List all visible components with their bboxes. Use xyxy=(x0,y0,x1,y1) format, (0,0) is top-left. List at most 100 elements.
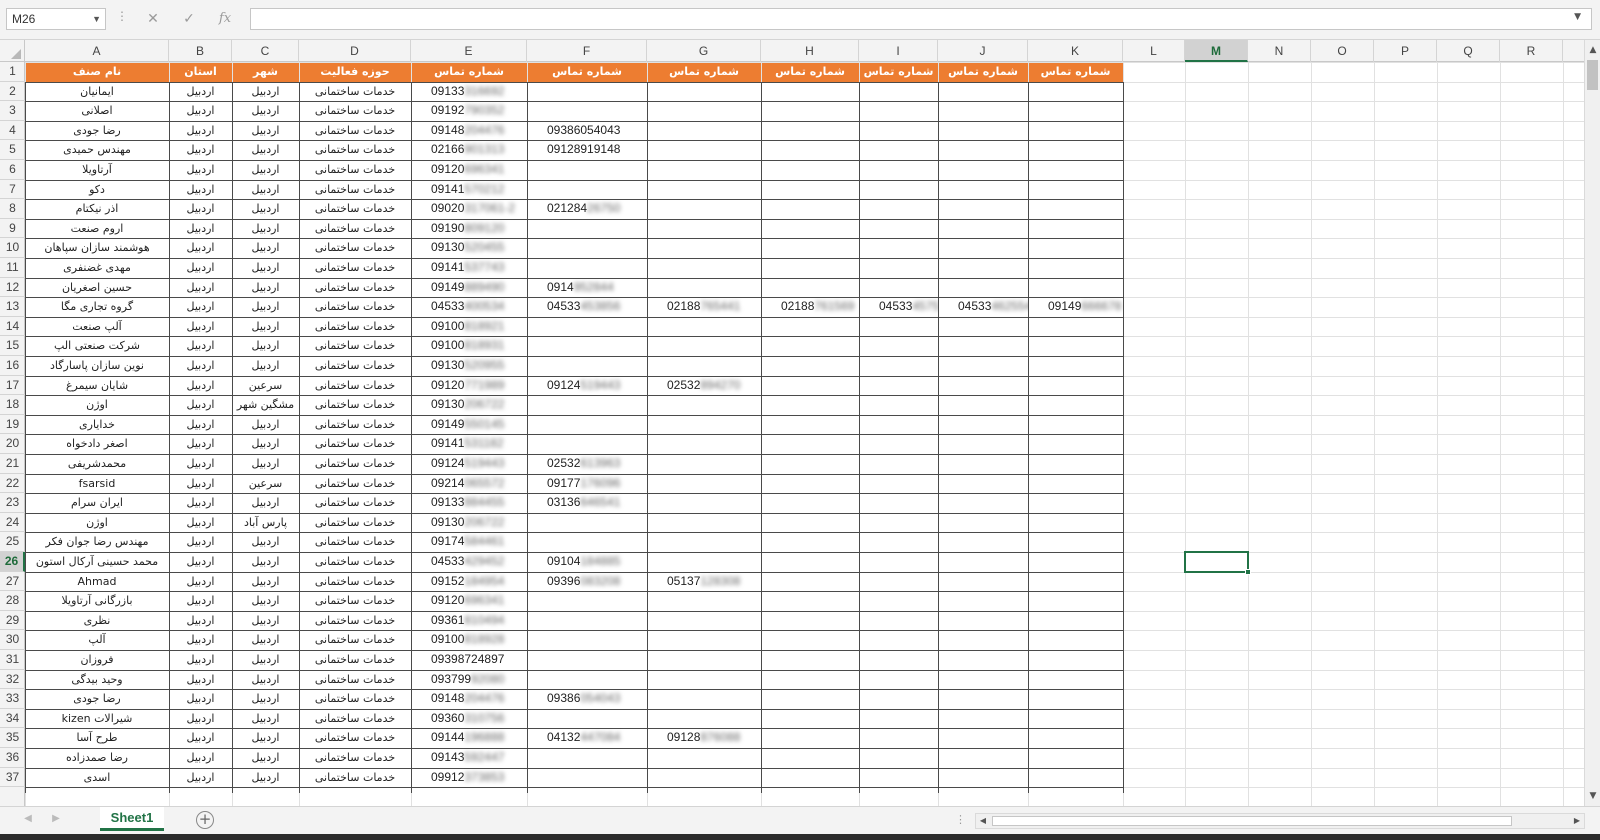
cell-city[interactable]: اردبیل xyxy=(232,709,299,729)
row-header-22[interactable]: 22 xyxy=(0,474,25,494)
cell-phone[interactable]: 0914952844 xyxy=(527,278,647,298)
header-cell-k[interactable]: شماره تماس xyxy=(1028,62,1123,82)
cell-province[interactable]: اردبیل xyxy=(169,101,232,121)
row-header-13[interactable]: 13 xyxy=(0,297,25,317)
row-header-8[interactable]: 8 xyxy=(0,199,25,219)
cell-name[interactable]: شیرالات kizen xyxy=(25,709,169,729)
row-header-12[interactable]: 12 xyxy=(0,278,25,298)
cell-phone[interactable]: 04533400534 xyxy=(411,297,527,317)
row-header-6[interactable]: 6 xyxy=(0,160,25,180)
cell-province[interactable]: اردبیل xyxy=(169,199,232,219)
cell-field[interactable]: خدمات ساختمانی xyxy=(299,630,411,650)
row-header-17[interactable]: 17 xyxy=(0,376,25,396)
cell-city[interactable]: اردبیل xyxy=(232,356,299,376)
row-header-36[interactable]: 36 xyxy=(0,748,25,768)
cell-phone[interactable]: 04533457512 xyxy=(859,297,938,317)
chevron-right-icon[interactable]: ▶ xyxy=(48,813,64,824)
header-cell-f[interactable]: شماره تماس xyxy=(527,62,647,82)
column-header-b[interactable]: B xyxy=(169,40,232,62)
cell-name[interactable]: ایران سرام xyxy=(25,493,169,513)
cell-phone[interactable]: 09141531182 xyxy=(411,434,527,454)
plus-circle-icon[interactable]: + xyxy=(196,811,214,829)
row-header-27[interactable]: 27 xyxy=(0,572,25,592)
header-cell-a[interactable]: نام صنف xyxy=(25,62,169,82)
cell-field[interactable]: خدمات ساختمانی xyxy=(299,317,411,337)
cell-province[interactable]: اردبیل xyxy=(169,728,232,748)
cell-phone[interactable]: 09912373853 xyxy=(411,768,527,788)
cell-field[interactable]: خدمات ساختمانی xyxy=(299,199,411,219)
cell-name[interactable]: Ahmad xyxy=(25,572,169,592)
cell-phone[interactable]: 09100818928 xyxy=(411,630,527,650)
cell-phone[interactable]: 09149889490 xyxy=(411,278,527,298)
row-header-20[interactable]: 20 xyxy=(0,434,25,454)
scroll-down-icon[interactable]: ▼ xyxy=(1585,788,1600,804)
row-header-21[interactable]: 21 xyxy=(0,454,25,474)
column-header-g[interactable]: G xyxy=(647,40,761,62)
cell-phone[interactable]: 05137128308 xyxy=(647,572,761,592)
cell-province[interactable]: اردبیل xyxy=(169,611,232,631)
cell-city[interactable]: اردبیل xyxy=(232,180,299,200)
cell-city[interactable]: اردبیل xyxy=(232,238,299,258)
row-header-31[interactable]: 31 xyxy=(0,650,25,670)
cell-phone[interactable]: 02532613963 xyxy=(527,454,647,474)
header-cell-b[interactable]: استان xyxy=(169,62,232,82)
row-header-24[interactable]: 24 xyxy=(0,513,25,533)
cell-name[interactable]: نظری xyxy=(25,611,169,631)
cell-field[interactable]: خدمات ساختمانی xyxy=(299,748,411,768)
cell-phone[interactable]: 02188765441 xyxy=(647,297,761,317)
scroll-up-icon[interactable]: ▲ xyxy=(1585,42,1600,58)
header-cell-h[interactable]: شماره تماس xyxy=(761,62,859,82)
row-header-14[interactable]: 14 xyxy=(0,317,25,337)
cell-phone[interactable]: 09130520955 xyxy=(411,356,527,376)
worksheet-grid[interactable]: ABCDEFGHIJKLMNOPQR 1 2 3 4 5 6 7 8 9 10 11 12 13 14 15… xyxy=(0,40,1600,806)
cell-province[interactable]: اردبیل xyxy=(169,317,232,337)
cell-field[interactable]: خدمات ساختمانی xyxy=(299,376,411,396)
cell-field[interactable]: خدمات ساختمانی xyxy=(299,121,411,141)
cell-name[interactable]: دکو xyxy=(25,180,169,200)
row-header-32[interactable]: 32 xyxy=(0,670,25,690)
cell-name[interactable]: آلپ صنعت xyxy=(25,317,169,337)
cell-name[interactable]: آلپ xyxy=(25,630,169,650)
cell-city[interactable]: مشگین شهر xyxy=(232,395,299,415)
row-header-19[interactable]: 19 xyxy=(0,415,25,435)
cell-city[interactable]: اردبیل xyxy=(232,121,299,141)
row-header-33[interactable]: 33 xyxy=(0,689,25,709)
cell-phone[interactable]: 09149666678 xyxy=(1028,297,1123,317)
cell-phone[interactable]: 09141537743 xyxy=(411,258,527,278)
cell-field[interactable]: خدمات ساختمانی xyxy=(299,454,411,474)
cell-city[interactable]: اردبیل xyxy=(232,670,299,690)
cell-phone[interactable]: 09152184954 xyxy=(411,572,527,592)
cell-province[interactable]: اردبیل xyxy=(169,591,232,611)
chevron-down-icon[interactable]: ▼ xyxy=(1574,12,1581,22)
row-header-23[interactable]: 23 xyxy=(0,493,25,513)
more-options-icon[interactable]: ⋮ xyxy=(955,813,966,826)
row-header-28[interactable]: 28 xyxy=(0,591,25,611)
cell-province[interactable]: اردبیل xyxy=(169,474,232,494)
cell-province[interactable]: اردبیل xyxy=(169,493,232,513)
cell-city[interactable]: اردبیل xyxy=(232,278,299,298)
row-header-3[interactable]: 3 xyxy=(0,101,25,121)
cell-field[interactable]: خدمات ساختمانی xyxy=(299,238,411,258)
cell-field[interactable]: خدمات ساختمانی xyxy=(299,395,411,415)
cell-city[interactable]: اردبیل xyxy=(232,454,299,474)
cell-city[interactable]: اردبیل xyxy=(232,630,299,650)
cells-area[interactable]: نام صنف استان شهر حوزه فعالیت شماره تماس شمار… xyxy=(25,62,1584,806)
name-box[interactable]: M26 ▼ xyxy=(6,8,106,30)
cell-field[interactable]: خدمات ساختمانی xyxy=(299,768,411,788)
cell-phone[interactable]: 09149550145 xyxy=(411,415,527,435)
cell-phone[interactable]: 02188761569 xyxy=(761,297,859,317)
horizontal-scrollbar[interactable]: ◀ ▶ xyxy=(975,813,1585,829)
cell-city[interactable]: اردبیل xyxy=(232,140,299,160)
cell-phone[interactable]: 09148204476 xyxy=(411,121,527,141)
cell-phone[interactable]: 09100818931 xyxy=(411,336,527,356)
cell-name[interactable]: اسدی xyxy=(25,768,169,788)
cell-name[interactable]: وحید بیدگی xyxy=(25,670,169,690)
cell-name[interactable]: رضا جودی xyxy=(25,121,169,141)
formula-input[interactable]: ▼ xyxy=(250,8,1592,30)
chevron-left-icon[interactable]: ◀ xyxy=(20,813,36,824)
row-header-18[interactable]: 18 xyxy=(0,395,25,415)
cell-city[interactable]: اردبیل xyxy=(232,572,299,592)
cell-city[interactable]: اردبیل xyxy=(232,160,299,180)
cell-city[interactable]: اردبیل xyxy=(232,728,299,748)
cell-city[interactable]: اردبیل xyxy=(232,650,299,670)
